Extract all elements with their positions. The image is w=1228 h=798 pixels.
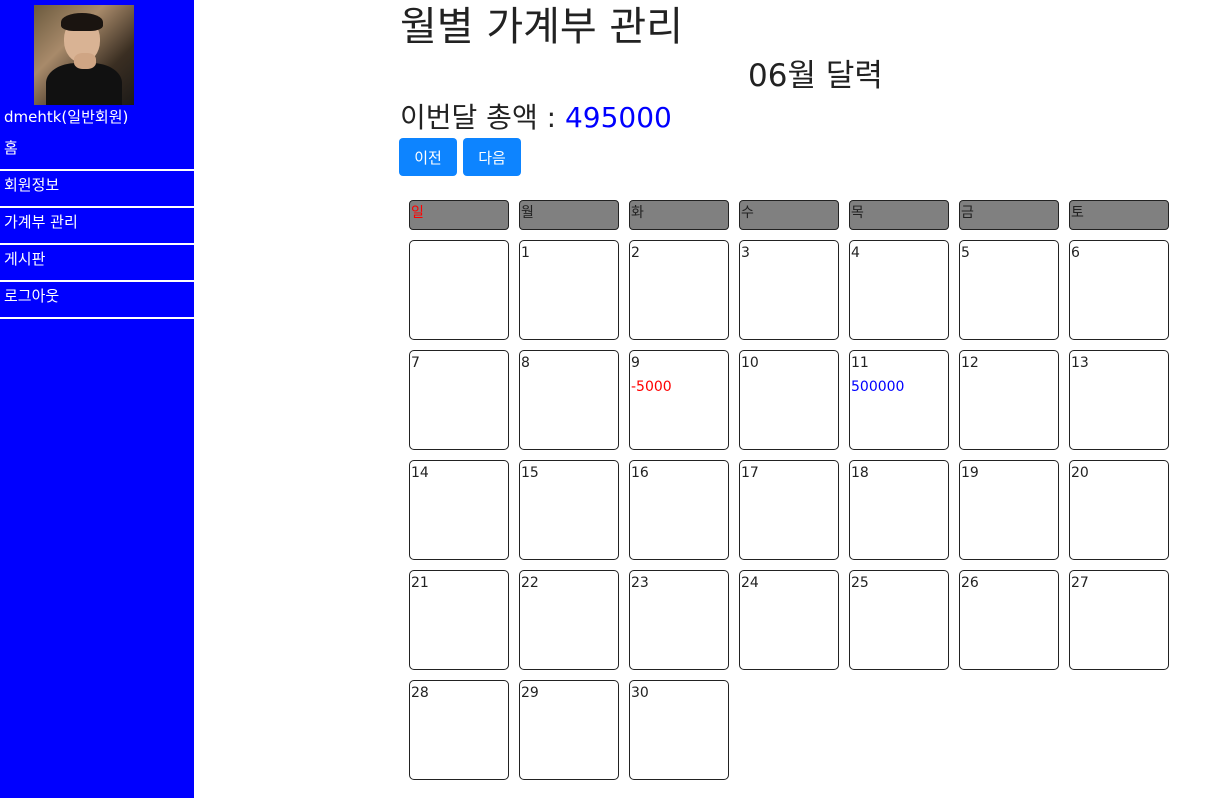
day-number: 13 bbox=[1071, 355, 1089, 371]
calendar-day-cell[interactable]: 21 bbox=[409, 570, 509, 670]
day-number: 23 bbox=[631, 575, 649, 591]
sidebar: dmehtk(일반회원) 홈 회원정보 가계부 관리 게시판 로그아웃 bbox=[0, 0, 194, 798]
calendar-day-cell[interactable]: 22 bbox=[519, 570, 619, 670]
weekday-header: 수 bbox=[739, 200, 839, 230]
calendar-day-cell[interactable]: 20 bbox=[1069, 460, 1169, 560]
day-number: 2 bbox=[631, 245, 640, 261]
total-label: 이번달 총액 : bbox=[400, 101, 565, 134]
day-amount: -5000 bbox=[631, 379, 672, 395]
weekday-header: 토 bbox=[1069, 200, 1169, 230]
next-month-button[interactable]: 다음 bbox=[463, 138, 521, 176]
day-number: 11 bbox=[851, 355, 869, 371]
calendar-day-cell[interactable]: 6 bbox=[1069, 240, 1169, 340]
calendar-day-cell[interactable]: 8 bbox=[519, 350, 619, 450]
day-number: 15 bbox=[521, 465, 539, 481]
total-amount: 495000 bbox=[564, 101, 672, 134]
calendar-day-cell[interactable]: 24 bbox=[739, 570, 839, 670]
calendar-day-cell[interactable]: 30 bbox=[629, 680, 729, 780]
calendar-day-cell[interactable]: 17 bbox=[739, 460, 839, 560]
day-amount: 500000 bbox=[851, 379, 905, 395]
day-number: 6 bbox=[1071, 245, 1080, 261]
day-number: 22 bbox=[521, 575, 539, 591]
weekday-header: 금 bbox=[959, 200, 1059, 230]
calendar-day-cell[interactable]: 9 -5000 bbox=[629, 350, 729, 450]
calendar-day-cell[interactable]: 14 bbox=[409, 460, 509, 560]
day-number: 29 bbox=[521, 685, 539, 701]
day-number: 26 bbox=[961, 575, 979, 591]
calendar-day-cell[interactable]: 19 bbox=[959, 460, 1059, 560]
calendar-day-cell[interactable]: 2 bbox=[629, 240, 729, 340]
day-number: 24 bbox=[741, 575, 759, 591]
username: dmehtk(일반회원) bbox=[4, 108, 129, 126]
day-number: 8 bbox=[521, 355, 530, 371]
calendar-day-cell[interactable]: 27 bbox=[1069, 570, 1169, 670]
calendar-day-cell[interactable]: 16 bbox=[629, 460, 729, 560]
day-number: 9 bbox=[631, 355, 640, 371]
calendar-day-cell[interactable]: 29 bbox=[519, 680, 619, 780]
weekday-header: 화 bbox=[629, 200, 729, 230]
day-number: 14 bbox=[411, 465, 429, 481]
calendar-day-cell[interactable]: 13 bbox=[1069, 350, 1169, 450]
day-number: 4 bbox=[851, 245, 860, 261]
calendar-day-cell[interactable]: 15 bbox=[519, 460, 619, 560]
calendar-day-cell[interactable]: 4 bbox=[849, 240, 949, 340]
sidebar-item-board[interactable]: 게시판 bbox=[0, 247, 194, 282]
day-number: 10 bbox=[741, 355, 759, 371]
weekday-header: 월 bbox=[519, 200, 619, 230]
day-number: 28 bbox=[411, 685, 429, 701]
calendar-day-cell[interactable]: 7 bbox=[409, 350, 509, 450]
prev-month-button[interactable]: 이전 bbox=[399, 138, 457, 176]
day-number: 18 bbox=[851, 465, 869, 481]
calendar-day-cell[interactable]: 23 bbox=[629, 570, 729, 670]
day-number: 30 bbox=[631, 685, 649, 701]
calendar-day-cell[interactable] bbox=[409, 240, 509, 340]
sidebar-item-member-info[interactable]: 회원정보 bbox=[0, 173, 194, 208]
weekday-header: 목 bbox=[849, 200, 949, 230]
weekday-header: 일 bbox=[409, 200, 509, 230]
day-number: 16 bbox=[631, 465, 649, 481]
calendar-day-cell[interactable]: 10 bbox=[739, 350, 839, 450]
calendar-day-cell[interactable]: 12 bbox=[959, 350, 1059, 450]
sidebar-item-home[interactable]: 홈 bbox=[0, 136, 194, 171]
day-number: 5 bbox=[961, 245, 970, 261]
month-title: 06월 달력 bbox=[748, 58, 883, 94]
sidebar-menu: 홈 회원정보 가계부 관리 게시판 로그아웃 bbox=[0, 136, 194, 319]
day-number: 3 bbox=[741, 245, 750, 261]
page-title: 월별 가계부 관리 bbox=[400, 4, 684, 50]
day-number: 25 bbox=[851, 575, 869, 591]
calendar-day-cell[interactable]: 18 bbox=[849, 460, 949, 560]
day-number: 12 bbox=[961, 355, 979, 371]
calendar-day-cell[interactable]: 1 bbox=[519, 240, 619, 340]
sidebar-item-logout[interactable]: 로그아웃 bbox=[0, 284, 194, 319]
day-number: 27 bbox=[1071, 575, 1089, 591]
avatar bbox=[34, 5, 134, 105]
calendar-day-cell[interactable]: 25 bbox=[849, 570, 949, 670]
day-number: 21 bbox=[411, 575, 429, 591]
day-number: 1 bbox=[521, 245, 530, 261]
calendar-day-cell[interactable]: 3 bbox=[739, 240, 839, 340]
calendar-day-cell[interactable]: 5 bbox=[959, 240, 1059, 340]
calendar-day-cell[interactable]: 11 500000 bbox=[849, 350, 949, 450]
calendar-day-cell[interactable]: 28 bbox=[409, 680, 509, 780]
calendar-day-cell[interactable]: 26 bbox=[959, 570, 1059, 670]
day-number: 20 bbox=[1071, 465, 1089, 481]
day-number: 7 bbox=[411, 355, 420, 371]
day-number: 19 bbox=[961, 465, 979, 481]
monthly-total: 이번달 총액 : 495000 bbox=[400, 96, 672, 136]
day-number: 17 bbox=[741, 465, 759, 481]
sidebar-item-ledger[interactable]: 가계부 관리 bbox=[0, 210, 194, 245]
